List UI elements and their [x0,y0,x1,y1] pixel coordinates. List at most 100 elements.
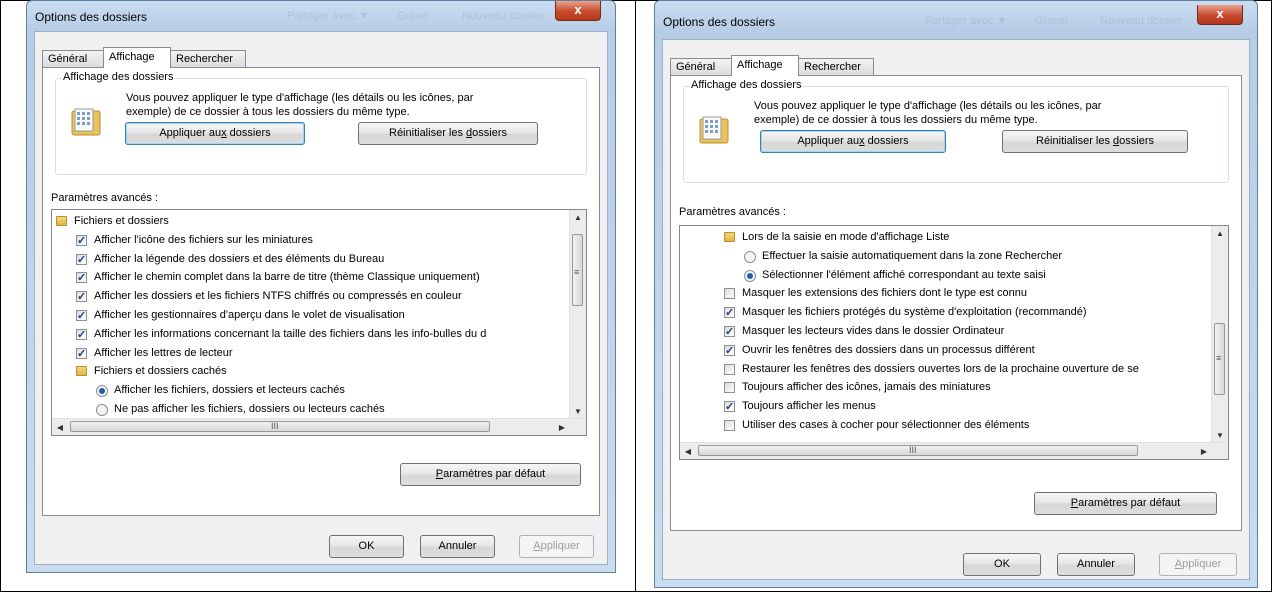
reset-folders-button[interactable]: Réinitialiser les dossiers [1002,130,1188,153]
tab-rechercher[interactable]: Rechercher [170,50,246,67]
scroll-left-arrow[interactable]: ◀ [52,423,68,432]
horizontal-scrollbar[interactable]: ◀ III ▶ [680,442,1228,459]
scroll-up-arrow[interactable]: ▲ [570,213,586,222]
tree-checkbox-option[interactable]: Restaurer les fenêtres des dossiers ouve… [700,360,1212,379]
checkbox[interactable] [724,363,735,375]
btn-label-post: ppliquer [1182,558,1222,570]
tree-folder-row: Fichiers et dossiers cachés [52,362,570,381]
radio-button[interactable] [96,385,108,398]
folder-icon [56,216,67,226]
tree-checkbox-option[interactable]: Afficher la légende des dossiers et des … [52,250,570,269]
tree-checkbox-option[interactable]: Afficher les gestionnaires d'aperçu dans… [52,306,570,326]
btn-label-accel: P [435,468,444,480]
close-icon: x [574,2,582,17]
btn-label-post: dossiers [226,127,271,139]
ok-button[interactable]: OK [963,553,1041,576]
tree-row-label: Fichiers et dossiers [74,215,169,227]
checkbox[interactable] [76,251,87,269]
advanced-settings-tree[interactable]: Fichiers et dossiers Afficher l'icône des… [51,209,587,436]
tab-general[interactable]: Général [42,50,104,67]
scroll-right-arrow[interactable]: ▶ [1196,447,1212,456]
tab-general[interactable]: Général [670,58,732,75]
tab-affichage[interactable]: Affichage [731,55,799,76]
tree-checkbox-option[interactable]: Afficher les dossiers et les fichiers NT… [52,287,570,307]
tab-rechercher[interactable]: Rechercher [798,58,874,75]
checkbox[interactable] [76,288,87,307]
checkbox[interactable] [76,232,87,251]
scroll-left-arrow[interactable]: ◀ [680,447,696,456]
apply-to-folders-button[interactable]: Appliquer aux dossiers [760,130,946,153]
ghost-menu-item: Graver [1035,15,1069,27]
checkbox[interactable] [76,326,87,345]
tree-folder-row: Fichiers et dossiers [52,212,570,231]
tree-folder-row: Lors de la saisie en mode d'affichage Li… [700,228,1212,247]
tree-row-label: Masquer les extensions des fichiers dont… [742,287,1027,300]
tree-checkbox-option[interactable]: Ouvrir les fenêtres des dossiers dans un… [700,341,1212,361]
ghost-menu-item: Partager avec ▼ [925,15,1008,27]
tab-affichage[interactable]: Affichage [103,47,171,68]
vertical-scrollbar[interactable]: ▲ ≡ ▼ [569,210,586,419]
advanced-settings-tree[interactable]: Lors de la saisie en mode d'affichage Li… [679,225,1229,460]
apply-button[interactable]: Appliquer [1159,553,1237,576]
tree-rows: Lors de la saisie en mode d'affichage Li… [700,228,1212,435]
checkbox[interactable] [724,398,735,417]
tree-row-label: Afficher les fichiers, dossiers et lecte… [114,384,345,397]
tree-row-label: Afficher la légende des dossiers et des … [94,252,385,265]
reset-folders-button[interactable]: Réinitialiser les dossiers [358,122,538,145]
scroll-down-arrow[interactable]: ▼ [570,407,586,416]
tree-checkbox-option[interactable]: Afficher les lettres de lecteur [52,344,570,363]
title-bar[interactable]: Options des dossiers Partager avec ▼ Gra… [27,1,615,31]
checkbox[interactable] [76,307,87,326]
title-bar[interactable]: Options des dossiers Partager avec ▼ Gra… [655,1,1257,31]
checkbox[interactable] [724,419,735,431]
tree-checkbox-option[interactable]: Toujours afficher les menus [700,397,1212,417]
checkbox[interactable] [724,382,735,394]
tree-radio-option[interactable]: Sélectionner l'élément affiché correspon… [700,266,1212,285]
cancel-button[interactable]: Annuler [420,535,495,558]
vertical-scrollbar[interactable]: ▲ ≡ ▼ [1211,226,1228,443]
tree-checkbox-option[interactable]: Afficher l'icône des fichiers sur les mi… [52,231,570,251]
checkbox[interactable] [76,269,87,288]
tab-panel-affichage: Affichage des dossiers Vous pouvez appli… [670,75,1242,531]
tree-checkbox-option[interactable]: Utiliser des cases à cocher pour sélecti… [700,416,1212,435]
radio-button[interactable] [744,269,756,282]
apply-button[interactable]: Appliquer [519,535,594,558]
group-description: Vous pouvez appliquer le type d'affichag… [126,92,474,118]
hscroll-thumb[interactable]: III [698,445,1138,456]
checkbox[interactable] [724,288,735,300]
folder-icon [724,232,735,242]
tree-radio-option[interactable]: Afficher les fichiers, dossiers et lecte… [52,381,570,400]
btn-label-post: ossiers [472,127,507,139]
tree-radio-option[interactable]: Effectuer la saisie automatiquement dans… [700,247,1212,266]
tree-row-label: Toujours afficher des icônes, jamais des… [742,381,991,394]
checkbox[interactable] [76,345,87,363]
close-button[interactable]: x [1197,5,1243,25]
cancel-button[interactable]: Annuler [1057,553,1135,576]
restore-defaults-button[interactable]: Paramètres par défaut [400,463,581,486]
radio-button[interactable] [744,250,756,263]
scroll-right-arrow[interactable]: ▶ [554,423,570,432]
ok-button[interactable]: OK [329,535,404,558]
scroll-down-arrow[interactable]: ▼ [1212,431,1228,440]
tree-radio-option[interactable]: Ne pas afficher les fichiers, dossiers o… [52,400,570,419]
btn-label-pre: Appliquer au [797,135,860,147]
btn-label-post: ppliquer [540,540,580,552]
tree-checkbox-option[interactable]: Afficher le chemin complet dans la barre… [52,268,570,288]
restore-defaults-button[interactable]: Paramètres par défaut [1034,492,1217,515]
scroll-up-arrow[interactable]: ▲ [1212,229,1228,238]
checkbox[interactable] [724,323,735,342]
tree-checkbox-option[interactable]: Toujours afficher des icônes, jamais des… [700,378,1212,397]
tree-checkbox-option[interactable]: Masquer les lecteurs vides dans le dossi… [700,322,1212,342]
radio-button[interactable] [96,403,108,416]
hscroll-thumb[interactable]: III [70,421,490,432]
folder-icon [76,366,87,377]
tree-row-label: Masquer les lecteurs vides dans le dossi… [742,324,1005,337]
tree-checkbox-option[interactable]: Afficher les informations concernant la … [52,325,570,345]
close-button[interactable]: x [555,1,601,21]
checkbox[interactable] [724,342,735,361]
tree-checkbox-option[interactable]: Masquer les fichiers protégés du système… [700,303,1212,323]
apply-to-folders-button[interactable]: Appliquer aux dossiers [125,122,305,145]
horizontal-scrollbar[interactable]: ◀ III ▶ [52,418,586,435]
checkbox[interactable] [724,304,735,323]
tree-checkbox-option[interactable]: Masquer les extensions des fichiers dont… [700,284,1212,303]
